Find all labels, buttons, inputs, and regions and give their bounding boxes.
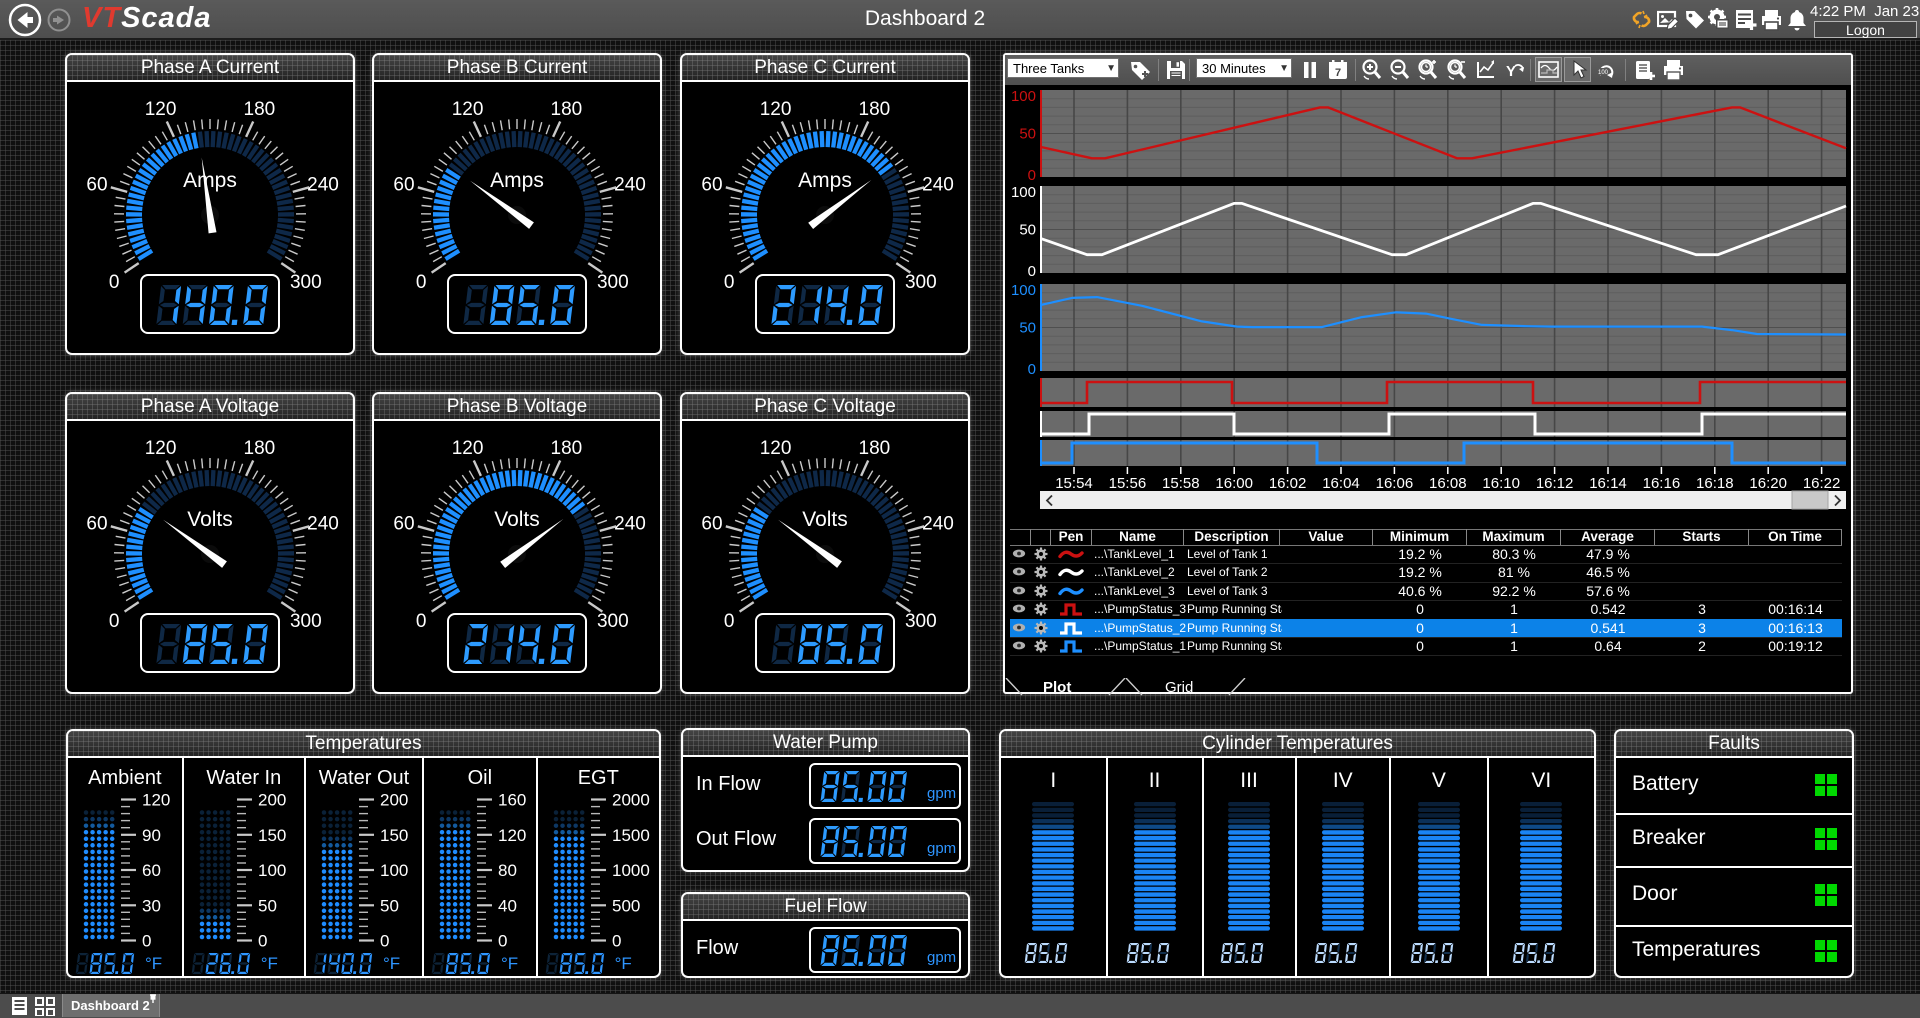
svg-text:60: 60: [393, 514, 414, 535]
svg-text:100: 100: [1011, 88, 1036, 105]
svg-text:16:02: 16:02: [1269, 475, 1307, 492]
svg-text:100: 100: [1598, 70, 1609, 76]
svg-text:240: 240: [614, 175, 646, 196]
svg-text:0: 0: [724, 272, 735, 293]
svg-text:Volts: Volts: [187, 508, 233, 531]
svg-text:0: 0: [498, 932, 507, 951]
svg-text:60: 60: [393, 175, 414, 196]
svg-text:0: 0: [1028, 167, 1036, 184]
svg-text:16:08: 16:08: [1429, 475, 1467, 492]
svg-text:90: 90: [142, 826, 161, 845]
svg-text:16:16: 16:16: [1643, 475, 1681, 492]
svg-text:160: 160: [498, 791, 526, 810]
svg-text:150: 150: [380, 826, 408, 845]
svg-text:300: 300: [290, 611, 322, 632]
svg-text:Amps: Amps: [798, 169, 852, 192]
svg-text:7: 7: [1335, 67, 1341, 79]
svg-text:Amps: Amps: [183, 169, 237, 192]
svg-text:50: 50: [1019, 126, 1036, 143]
svg-text:200: 200: [258, 791, 286, 810]
svg-text:Y: Y: [1506, 63, 1516, 80]
svg-text:120: 120: [145, 438, 177, 459]
svg-text:16:10: 16:10: [1482, 475, 1520, 492]
svg-text:0: 0: [258, 932, 267, 951]
svg-text:40: 40: [498, 896, 517, 915]
svg-text:150: 150: [258, 826, 286, 845]
svg-text:30: 30: [142, 896, 161, 915]
svg-text:60: 60: [142, 861, 161, 880]
svg-text:16:12: 16:12: [1536, 475, 1574, 492]
svg-text:100: 100: [380, 861, 408, 880]
svg-text:0: 0: [380, 932, 389, 951]
svg-text:16:00: 16:00: [1215, 475, 1253, 492]
svg-text:180: 180: [551, 438, 583, 459]
svg-text:50: 50: [258, 896, 277, 915]
svg-text:180: 180: [244, 99, 276, 120]
svg-text:0: 0: [416, 272, 427, 293]
svg-text:0: 0: [416, 611, 427, 632]
svg-text:0: 0: [109, 611, 120, 632]
svg-text:80: 80: [498, 861, 517, 880]
svg-text:1000: 1000: [612, 861, 650, 880]
svg-text:180: 180: [551, 99, 583, 120]
svg-text:0: 0: [724, 611, 735, 632]
svg-text:60: 60: [701, 175, 722, 196]
svg-text:120: 120: [452, 99, 484, 120]
svg-text:60: 60: [701, 514, 722, 535]
svg-text:0: 0: [1028, 361, 1036, 378]
svg-text:0: 0: [109, 272, 120, 293]
svg-text:Volts: Volts: [494, 508, 540, 531]
svg-text:200: 200: [380, 791, 408, 810]
svg-text:120: 120: [498, 826, 526, 845]
svg-text:500: 500: [612, 896, 640, 915]
svg-text:100: 100: [1011, 184, 1036, 201]
svg-text:240: 240: [922, 514, 954, 535]
svg-text:16:06: 16:06: [1376, 475, 1414, 492]
svg-text:16:04: 16:04: [1322, 475, 1360, 492]
svg-text:15:56: 15:56: [1109, 475, 1147, 492]
svg-text:240: 240: [922, 175, 954, 196]
svg-text:180: 180: [859, 438, 891, 459]
svg-text:15:54: 15:54: [1055, 475, 1093, 492]
svg-text:15:58: 15:58: [1162, 475, 1200, 492]
svg-text:50: 50: [1019, 320, 1036, 337]
svg-text:100: 100: [258, 861, 286, 880]
svg-text:120: 120: [760, 438, 792, 459]
svg-text:300: 300: [905, 611, 937, 632]
svg-text:50: 50: [1019, 222, 1036, 239]
svg-text:Amps: Amps: [490, 169, 544, 192]
svg-text:16:18: 16:18: [1696, 475, 1734, 492]
svg-text:120: 120: [452, 438, 484, 459]
svg-text:Grid: Grid: [1165, 679, 1193, 696]
svg-text:300: 300: [905, 272, 937, 293]
svg-text:0: 0: [612, 932, 621, 951]
svg-text:50: 50: [380, 896, 399, 915]
svg-text:16:14: 16:14: [1589, 475, 1627, 492]
svg-text:Plot: Plot: [1043, 679, 1071, 696]
svg-text:2000: 2000: [612, 791, 650, 810]
svg-text:Volts: Volts: [802, 508, 848, 531]
svg-text:240: 240: [307, 514, 339, 535]
svg-text:120: 120: [145, 99, 177, 120]
svg-text:1500: 1500: [612, 826, 650, 845]
svg-text:0: 0: [1028, 263, 1036, 280]
svg-text:60: 60: [86, 514, 107, 535]
svg-text:180: 180: [859, 99, 891, 120]
svg-text:240: 240: [307, 175, 339, 196]
svg-text:300: 300: [597, 272, 629, 293]
svg-text:300: 300: [597, 611, 629, 632]
svg-text:100: 100: [1011, 282, 1036, 299]
svg-text:120: 120: [142, 791, 170, 810]
svg-text:16:22: 16:22: [1803, 475, 1841, 492]
svg-text:120: 120: [760, 99, 792, 120]
svg-text:60: 60: [86, 175, 107, 196]
svg-text:300: 300: [290, 272, 322, 293]
svg-text:0: 0: [142, 932, 151, 951]
svg-text:240: 240: [614, 514, 646, 535]
svg-text:180: 180: [244, 438, 276, 459]
svg-text:16:20: 16:20: [1749, 475, 1787, 492]
